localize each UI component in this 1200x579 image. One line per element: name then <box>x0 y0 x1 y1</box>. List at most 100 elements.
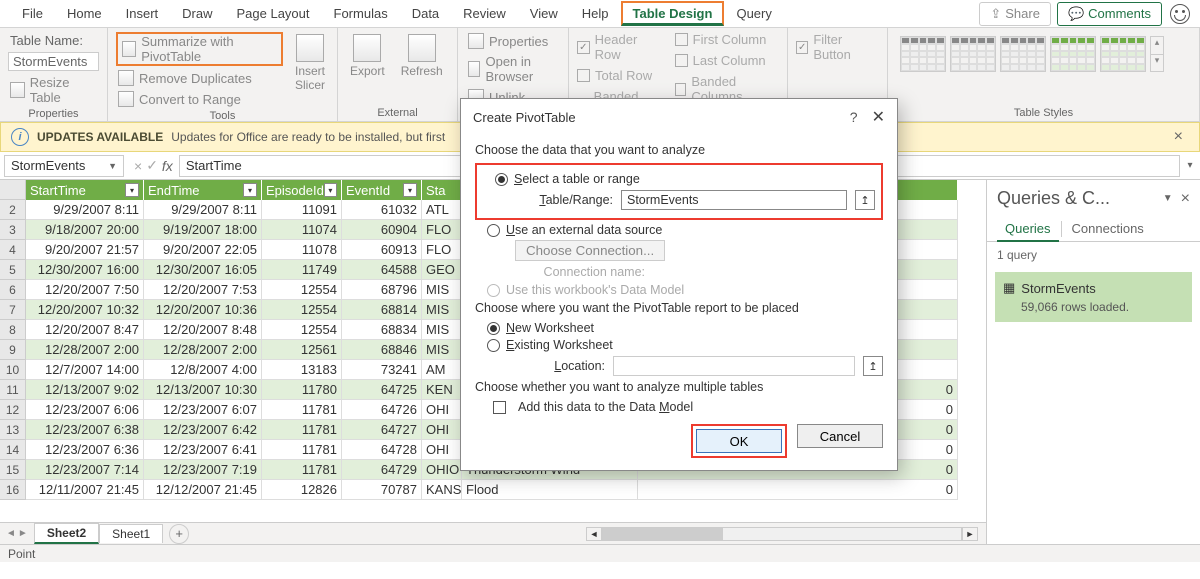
name-box[interactable]: StormEvents▼ <box>4 155 124 177</box>
cell[interactable]: 68796 <box>342 280 422 300</box>
cell[interactable]: 64725 <box>342 380 422 400</box>
resize-table-button[interactable]: Resize Table <box>8 74 99 106</box>
cb-add-to-model[interactable]: Add this data to the Data Model <box>481 400 883 414</box>
cb-last-col[interactable]: Last Column <box>675 53 779 68</box>
cell[interactable]: 12/23/2007 6:42 <box>144 420 262 440</box>
insert-slicer-button[interactable]: Insert Slicer <box>291 32 329 94</box>
summarize-pivottable-button[interactable]: Summarize with PivotTable <box>116 32 283 66</box>
cell[interactable]: 11074 <box>262 220 342 240</box>
filter-icon[interactable]: ▾ <box>324 183 337 197</box>
cell[interactable]: 68834 <box>342 320 422 340</box>
cell[interactable]: 12/20/2007 7:53 <box>144 280 262 300</box>
ok-button[interactable]: OK <box>696 429 782 453</box>
cell[interactable]: 12/20/2007 8:48 <box>144 320 262 340</box>
open-browser-button[interactable]: Open in Browser <box>466 53 560 85</box>
row-header[interactable]: 9 <box>0 340 26 360</box>
cell[interactable]: 12/7/2007 14:00 <box>26 360 144 380</box>
queries-tab[interactable]: Queries <box>997 217 1059 242</box>
dialog-titlebar[interactable]: Create PivotTable ? ✕ <box>461 99 897 135</box>
tab-page-layout[interactable]: Page Layout <box>225 1 322 26</box>
cell[interactable]: 12554 <box>262 300 342 320</box>
share-button[interactable]: ⇪Share <box>979 2 1051 26</box>
remove-duplicates-button[interactable]: Remove Duplicates <box>116 69 283 87</box>
help-button[interactable]: ? <box>850 109 858 125</box>
radio-external[interactable]: Use an external data source <box>487 223 883 237</box>
choose-connection-button[interactable]: Choose Connection... <box>515 240 665 261</box>
table-styles-gallery[interactable]: ▴▾ <box>896 32 1191 76</box>
cell[interactable]: 12/20/2007 10:32 <box>26 300 144 320</box>
cell[interactable]: KEN <box>422 380 462 400</box>
row-header[interactable]: 12 <box>0 400 26 420</box>
cell[interactable]: 12/13/2007 9:02 <box>26 380 144 400</box>
cell[interactable]: 9/29/2007 8:11 <box>144 200 262 220</box>
add-sheet-button[interactable]: + <box>169 524 189 544</box>
tab-formulas[interactable]: Formulas <box>322 1 400 26</box>
export-button[interactable]: Export <box>346 32 389 80</box>
close-pane-button[interactable]: × <box>1181 190 1190 208</box>
cell[interactable]: ATL <box>422 200 462 220</box>
cell[interactable]: 11781 <box>262 440 342 460</box>
cell[interactable]: 12561 <box>262 340 342 360</box>
col-state[interactable]: Sta <box>422 180 462 200</box>
cell[interactable]: 11781 <box>262 460 342 480</box>
cell[interactable]: 12/11/2007 21:45 <box>26 480 144 500</box>
cell[interactable]: 12/23/2007 7:14 <box>26 460 144 480</box>
cell[interactable]: 64728 <box>342 440 422 460</box>
cell[interactable]: 73241 <box>342 360 422 380</box>
cell[interactable]: 68814 <box>342 300 422 320</box>
filter-icon[interactable]: ▾ <box>125 183 139 197</box>
cell[interactable]: 12/30/2007 16:05 <box>144 260 262 280</box>
row-header[interactable]: 10 <box>0 360 26 380</box>
chevron-down-icon[interactable]: ▼ <box>1163 193 1173 204</box>
cell[interactable]: OHI <box>422 440 462 460</box>
cell[interactable]: OHIO <box>422 460 462 480</box>
cell[interactable]: OHI <box>422 420 462 440</box>
sheet-nav[interactable]: ◄► <box>0 528 34 539</box>
cell[interactable]: 11078 <box>262 240 342 260</box>
col-episodeid[interactable]: EpisodeId▾ <box>262 180 342 200</box>
range-picker-button[interactable]: ↥ <box>855 190 875 210</box>
cb-header-row[interactable]: ✓Header Row <box>577 32 665 62</box>
cell[interactable]: 12/13/2007 10:30 <box>144 380 262 400</box>
cell[interactable]: 9/29/2007 8:11 <box>26 200 144 220</box>
row-header[interactable]: 5 <box>0 260 26 280</box>
cell[interactable]: 12/20/2007 7:50 <box>26 280 144 300</box>
tab-query[interactable]: Query <box>724 1 783 26</box>
row-header[interactable]: 2 <box>0 200 26 220</box>
cell[interactable]: 60904 <box>342 220 422 240</box>
row-header[interactable]: 8 <box>0 320 26 340</box>
cell[interactable]: 68846 <box>342 340 422 360</box>
radio-new-worksheet[interactable]: New Worksheet <box>487 321 883 335</box>
cell[interactable]: FLO <box>422 240 462 260</box>
tab-home[interactable]: Home <box>55 1 114 26</box>
cell[interactable]: 64588 <box>342 260 422 280</box>
row-header[interactable]: 7 <box>0 300 26 320</box>
row-header[interactable]: 3 <box>0 220 26 240</box>
cell[interactable]: 12/20/2007 8:47 <box>26 320 144 340</box>
cell[interactable]: 12/20/2007 10:36 <box>144 300 262 320</box>
col-eventid[interactable]: EventId▾ <box>342 180 422 200</box>
cell[interactable]: 12/23/2007 6:41 <box>144 440 262 460</box>
connections-tab[interactable]: Connections <box>1064 217 1152 241</box>
cell[interactable]: Flood <box>462 480 638 500</box>
comments-button[interactable]: 💬Comments <box>1057 2 1162 26</box>
cell[interactable]: 60913 <box>342 240 422 260</box>
cell[interactable]: 12/23/2007 6:36 <box>26 440 144 460</box>
cell[interactable]: 12/8/2007 4:00 <box>144 360 262 380</box>
cell[interactable]: 12/23/2007 6:06 <box>26 400 144 420</box>
row-header[interactable]: 16 <box>0 480 26 500</box>
chevron-down-icon[interactable]: ▼ <box>108 161 117 171</box>
cell[interactable]: 12/28/2007 2:00 <box>144 340 262 360</box>
row-header[interactable]: 14 <box>0 440 26 460</box>
tab-insert[interactable]: Insert <box>114 1 171 26</box>
style-thumb[interactable] <box>1100 36 1146 72</box>
sheet-tab[interactable]: Sheet1 <box>99 524 163 543</box>
cell[interactable]: 9/20/2007 21:57 <box>26 240 144 260</box>
cell[interactable]: 9/19/2007 18:00 <box>144 220 262 240</box>
cell[interactable]: GEO <box>422 260 462 280</box>
cell[interactable]: 12/28/2007 2:00 <box>26 340 144 360</box>
cell[interactable]: 9/20/2007 22:05 <box>144 240 262 260</box>
style-thumb[interactable] <box>1000 36 1046 72</box>
row-header[interactable]: 4 <box>0 240 26 260</box>
cell[interactable]: MIS <box>422 320 462 340</box>
